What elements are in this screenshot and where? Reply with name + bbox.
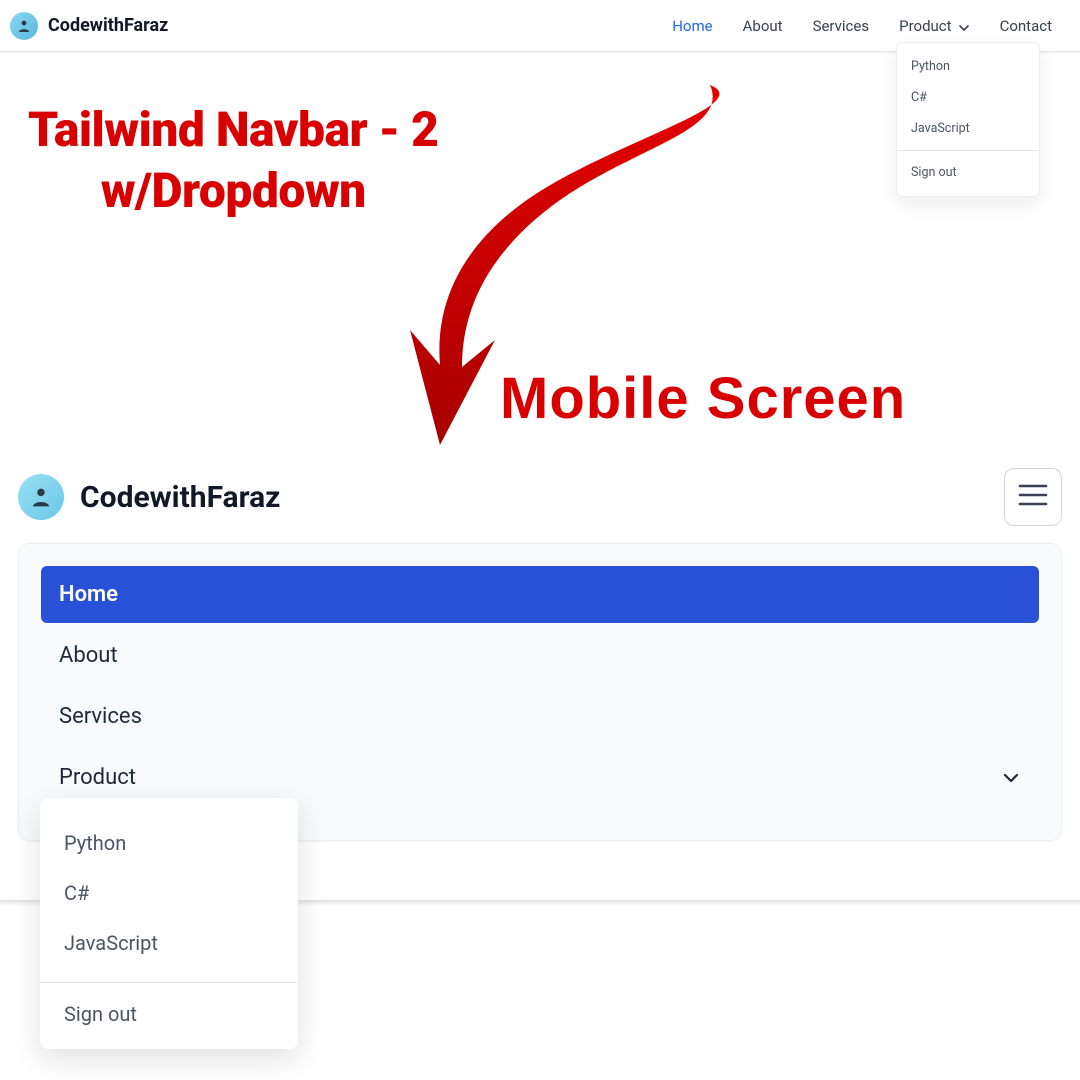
desktop-dropdown: Python C# JavaScript Sign out [896,42,1040,197]
annotation-mobile-label: Mobile Screen [500,365,906,432]
dropdown-separator [897,150,1039,151]
annotation-title-line1: Tailwind Navbar - 2 [28,101,439,158]
hamburger-button[interactable] [1004,468,1062,526]
brand-text: CodewithFaraz [48,15,168,36]
annotation-title-line2: w/Dropdown [101,162,366,219]
nav-services[interactable]: Services [813,17,870,35]
nav-product[interactable]: Product [899,17,969,35]
chevron-down-icon [1001,768,1021,788]
desktop-nav-links: Home About Services Product Contact [672,17,1052,35]
nav-contact[interactable]: Contact [1000,17,1052,35]
mobile-dropdown: Python C# JavaScript Sign out [40,798,298,1049]
mobile-item-about-label: About [59,643,118,668]
mobile-item-product-label: Product [59,765,136,790]
annotation-title: Tailwind Navbar - 2 w/Dropdown [28,100,439,222]
hamburger-icon [1018,483,1048,511]
mobile-dropdown-csharp[interactable]: C# [40,868,298,918]
mobile-item-about[interactable]: About [41,627,1039,684]
nav-product-label: Product [899,17,951,35]
dropdown-item-csharp[interactable]: C# [897,82,1039,113]
mobile-dropdown-signout[interactable]: Sign out [40,989,298,1039]
mobile-dropdown-javascript[interactable]: JavaScript [40,918,298,968]
dropdown-signout[interactable]: Sign out [897,157,1039,188]
mobile-item-home[interactable]: Home [41,566,1039,623]
dropdown-item-javascript[interactable]: JavaScript [897,113,1039,144]
brand-logo [10,12,38,40]
nav-home[interactable]: Home [672,17,712,35]
dropdown-item-python[interactable]: Python [897,51,1039,82]
mobile-menu-panel: Home About Services Product [18,543,1062,841]
mobile-dropdown-python[interactable]: Python [40,818,298,868]
mobile-brand[interactable]: CodewithFaraz [18,474,280,520]
mobile-brand-logo [18,474,64,520]
chevron-down-icon [958,20,970,32]
brand[interactable]: CodewithFaraz [10,12,168,40]
mobile-item-services-label: Services [59,704,142,729]
mobile-dropdown-separator [40,982,298,983]
mobile-brand-text: CodewithFaraz [80,480,280,515]
nav-about[interactable]: About [743,17,783,35]
mobile-item-home-label: Home [59,582,118,607]
mobile-item-services[interactable]: Services [41,688,1039,745]
mobile-navbar: CodewithFaraz [18,468,1062,526]
